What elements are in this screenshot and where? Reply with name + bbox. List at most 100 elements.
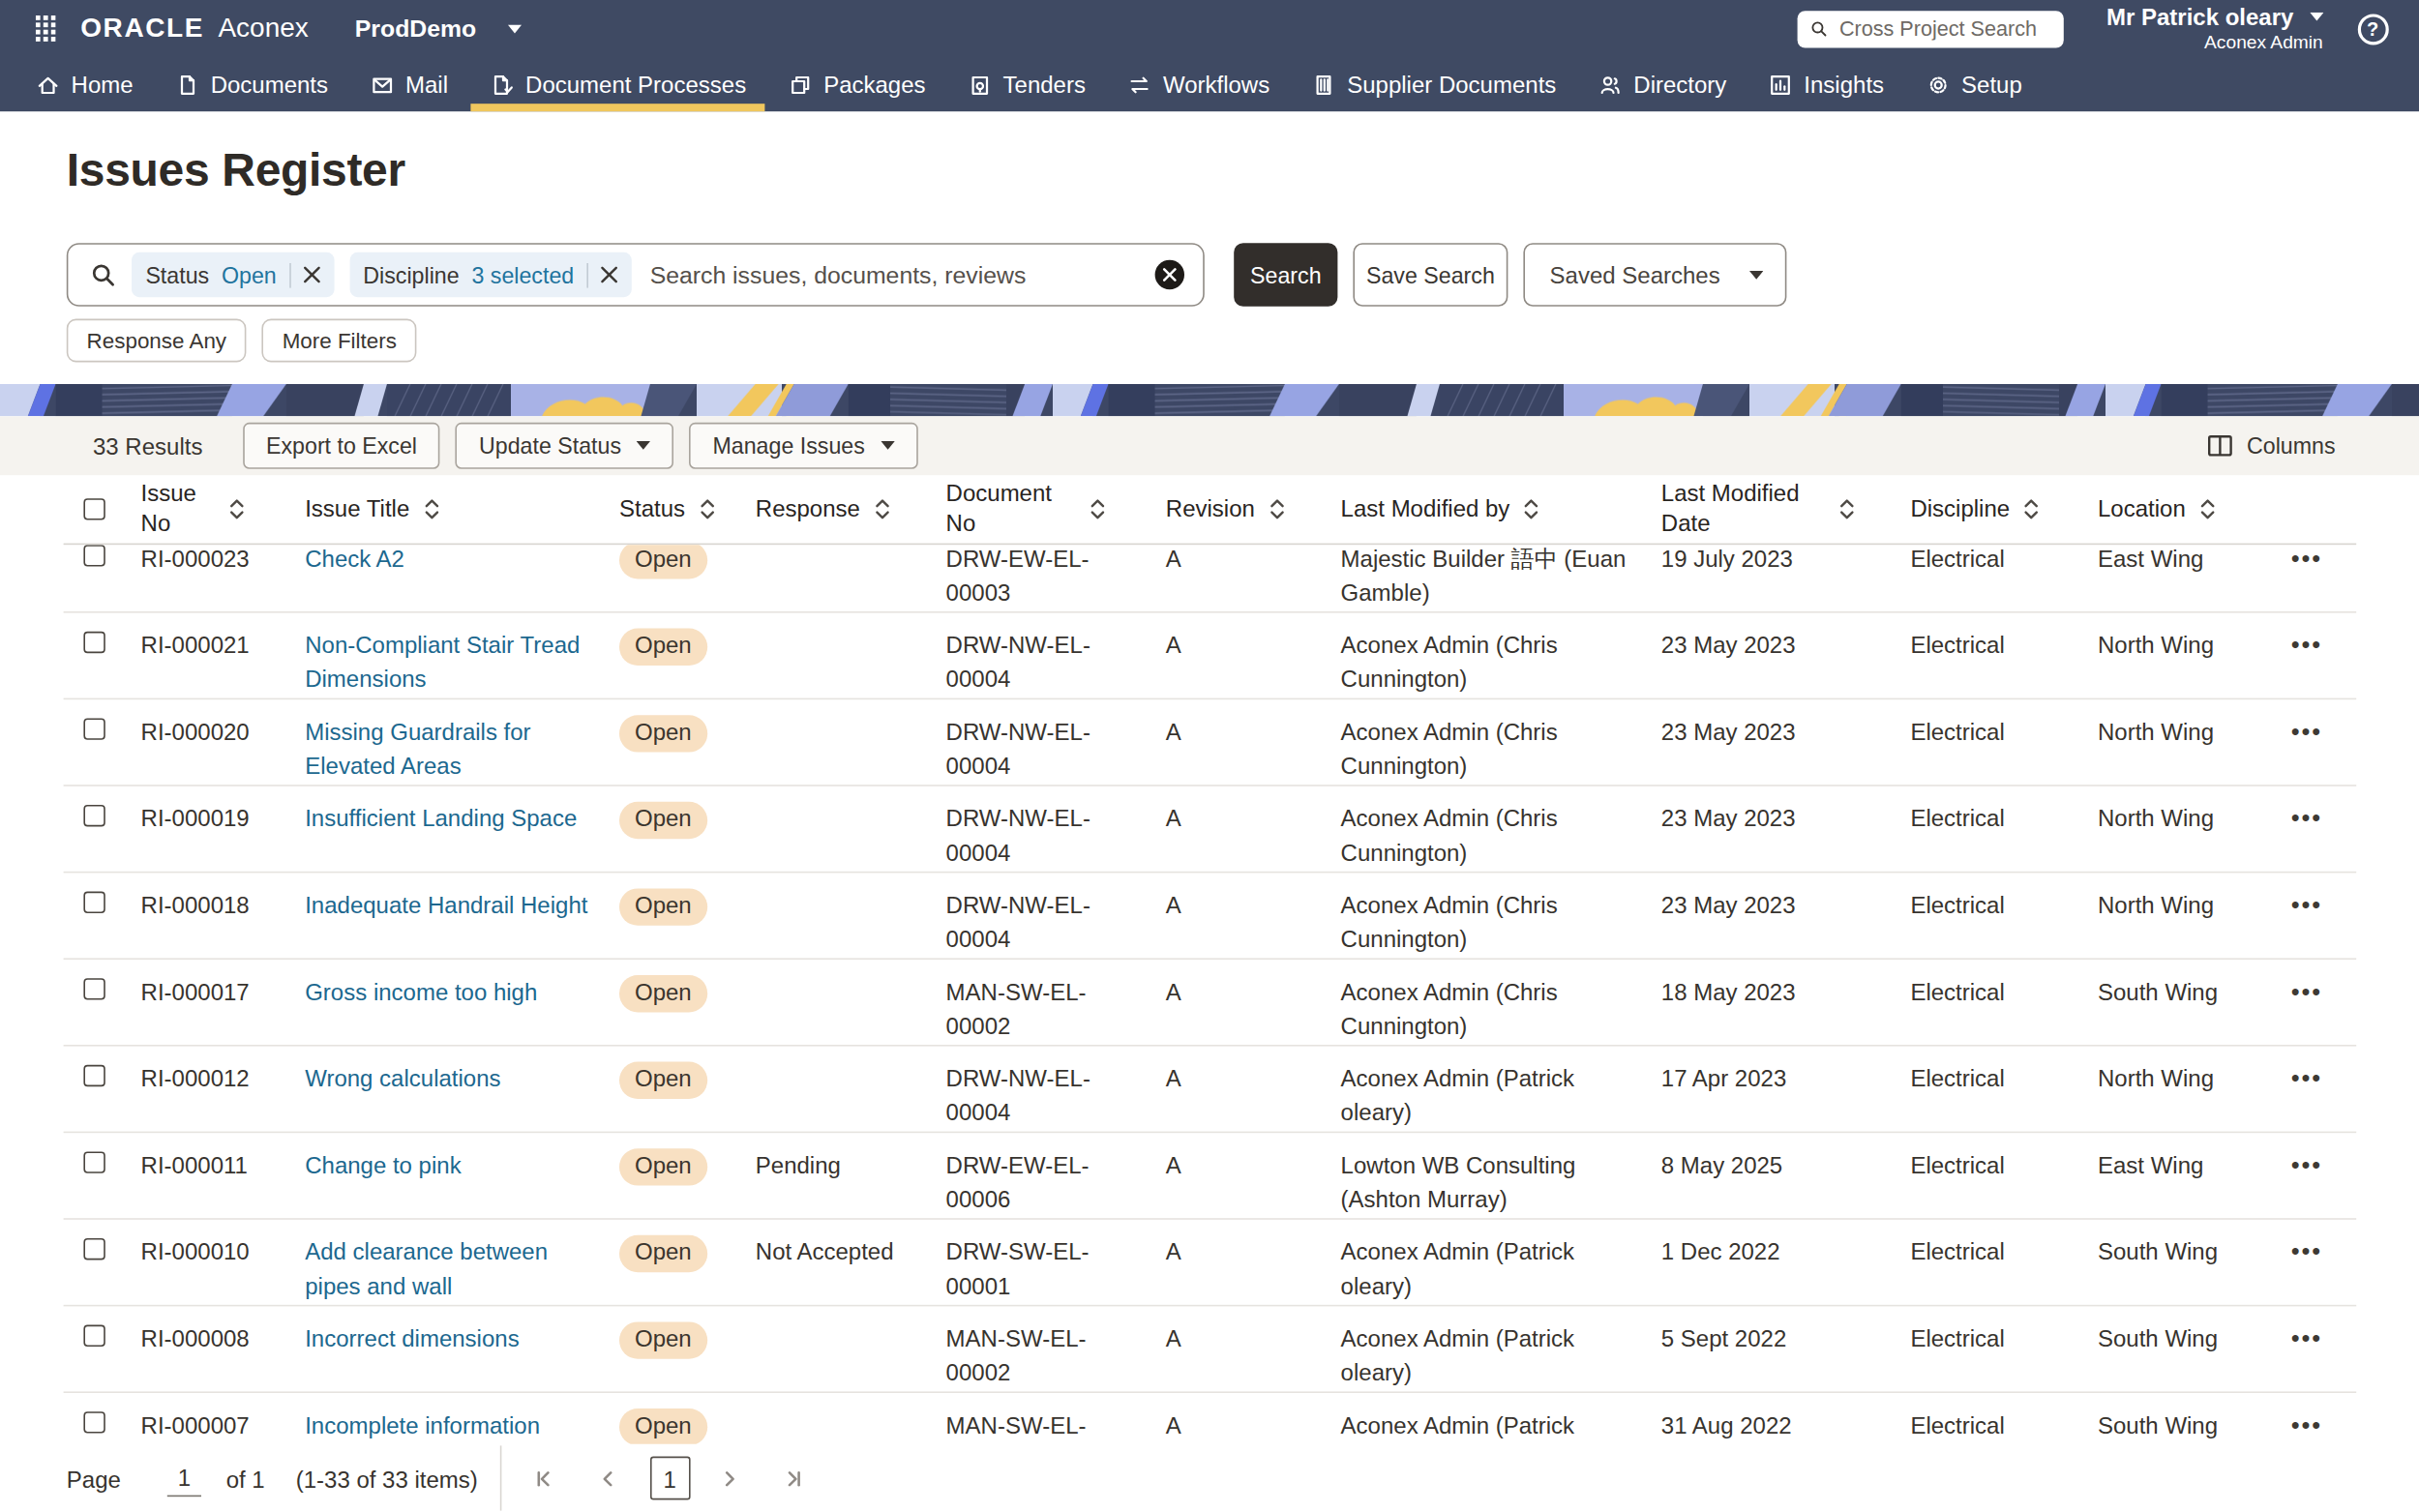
sort-icon[interactable] xyxy=(1090,496,1105,521)
current-page-box[interactable]: 1 xyxy=(649,1457,690,1500)
discipline-cell: Electrical xyxy=(1910,1220,2098,1305)
row-actions-button[interactable]: ••• xyxy=(2291,632,2322,658)
row-checkbox[interactable] xyxy=(83,544,105,566)
row-actions-button[interactable]: ••• xyxy=(2291,1411,2322,1438)
saved-searches-dropdown[interactable]: Saved Searches xyxy=(1523,243,1786,307)
last-page-icon[interactable] xyxy=(781,1467,804,1490)
columns-button[interactable]: Columns xyxy=(2208,433,2336,459)
sort-icon[interactable] xyxy=(229,496,245,521)
nav-tab-document-processes[interactable]: Document Processes xyxy=(490,57,746,111)
nav-tab-directory[interactable]: Directory xyxy=(1598,57,1727,111)
sort-icon[interactable] xyxy=(424,496,439,521)
search-box[interactable]: Status Open Discipline 3 selected xyxy=(67,243,1205,307)
status-badge: Open xyxy=(619,802,707,839)
remove-filter-icon[interactable] xyxy=(600,266,617,283)
status-cell: Open xyxy=(619,1133,756,1218)
actions-cell: ••• xyxy=(2291,786,2352,872)
search-button[interactable]: Search xyxy=(1234,243,1337,307)
issue-title-link[interactable]: Add clearance between pipes and wall xyxy=(305,1238,548,1298)
sort-icon[interactable] xyxy=(699,496,714,521)
more-filters-button[interactable]: More Filters xyxy=(262,319,417,363)
cross-project-search[interactable] xyxy=(1797,10,2063,46)
previous-page-icon[interactable] xyxy=(595,1467,618,1490)
issue-title-link[interactable]: Incorrect dimensions xyxy=(305,1325,519,1351)
export-to-excel-button[interactable]: Export to Excel xyxy=(243,423,440,469)
row-checkbox[interactable] xyxy=(83,1151,105,1173)
issue-title-cell: Wrong calculations xyxy=(305,1047,619,1132)
issue-title-link[interactable]: Wrong calculations xyxy=(305,1065,500,1091)
issue-title-link[interactable]: Insufficient Landing Space xyxy=(305,805,577,831)
issue-title-link[interactable]: Inadequate Handrail Height xyxy=(305,892,587,918)
row-actions-button[interactable]: ••• xyxy=(2291,978,2322,1004)
row-actions-button[interactable]: ••• xyxy=(2291,718,2322,744)
row-checkbox[interactable] xyxy=(83,804,105,826)
location-cell: North Wing xyxy=(2098,613,2291,698)
issue-title-link[interactable]: Change to pink xyxy=(305,1151,461,1177)
issue-title-link[interactable]: Non-Compliant Stair Tread Dimensions xyxy=(305,632,580,692)
update-status-dropdown[interactable]: Update Status xyxy=(456,423,673,469)
document-no-cell: DRW-EW-EL-00006 xyxy=(946,1133,1166,1218)
help-icon[interactable]: ? xyxy=(2357,14,2388,44)
nav-tab-setup[interactable]: Setup xyxy=(1926,57,2022,111)
nav-tab-documents[interactable]: Documents xyxy=(175,57,328,111)
cross-project-search-input[interactable] xyxy=(1837,15,2051,42)
row-checkbox[interactable] xyxy=(83,1324,105,1347)
row-actions-button[interactable]: ••• xyxy=(2291,1325,2322,1351)
issue-title-link[interactable]: Missing Guardrails for Elevated Areas xyxy=(305,718,530,778)
nav-tab-insights[interactable]: Insights xyxy=(1769,57,1885,111)
nav-tab-supplier-documents[interactable]: Supplier Documents xyxy=(1311,57,1556,111)
issue-title-cell: Missing Guardrails for Elevated Areas xyxy=(305,699,619,785)
project-selector[interactable]: ProdDemo xyxy=(355,15,522,43)
remove-filter-icon[interactable] xyxy=(303,266,320,283)
manage-issues-dropdown[interactable]: Manage Issues xyxy=(689,423,917,469)
issue-no-cell: RI-000007 xyxy=(141,1393,306,1444)
first-page-icon[interactable] xyxy=(532,1467,555,1490)
sort-icon[interactable] xyxy=(874,496,889,521)
search-input[interactable] xyxy=(646,259,1139,290)
last-modified-date-cell: 8 May 2025 xyxy=(1661,1133,1911,1218)
sort-icon[interactable] xyxy=(1839,496,1855,521)
row-actions-button[interactable]: ••• xyxy=(2291,1065,2322,1091)
nav-tab-home[interactable]: Home xyxy=(36,57,134,111)
row-actions-button[interactable]: ••• xyxy=(2291,1151,2322,1177)
row-actions-button[interactable]: ••• xyxy=(2291,805,2322,831)
row-checkbox[interactable] xyxy=(83,1064,105,1086)
next-page-icon[interactable] xyxy=(718,1467,741,1490)
row-checkbox[interactable] xyxy=(83,1237,105,1260)
clear-search-icon[interactable] xyxy=(1155,260,1184,289)
nav-tab-mail[interactable]: Mail xyxy=(370,57,448,111)
row-checkbox[interactable] xyxy=(83,631,105,653)
response-filter-button[interactable]: Response Any xyxy=(67,319,247,363)
row-actions-button[interactable]: ••• xyxy=(2291,1238,2322,1264)
nav-tab-tenders[interactable]: Tenders xyxy=(968,57,1086,111)
issue-title-link[interactable]: Check A2 xyxy=(305,545,404,571)
issue-title-link[interactable]: Incomplete information xyxy=(305,1411,540,1438)
select-all-checkbox[interactable] xyxy=(83,497,105,519)
chevron-down-icon xyxy=(2309,13,2322,22)
row-checkbox[interactable] xyxy=(83,977,105,999)
nav-tab-packages[interactable]: Packages xyxy=(788,57,925,111)
row-actions-button[interactable]: ••• xyxy=(2291,892,2322,918)
sort-icon[interactable] xyxy=(1269,496,1284,521)
filter-chip-status[interactable]: Status Open xyxy=(132,252,334,297)
sort-icon[interactable] xyxy=(2199,496,2215,521)
document-no-cell: MAN-SW-EL-00002 xyxy=(946,960,1166,1045)
row-checkbox[interactable] xyxy=(83,1410,105,1433)
last-modified-by-cell: Lowton WB Consulting (Ashton Murray) xyxy=(1341,1133,1661,1218)
save-search-button[interactable]: Save Search xyxy=(1353,243,1508,307)
sort-icon[interactable] xyxy=(1524,496,1539,521)
filter-chip-discipline[interactable]: Discipline 3 selected xyxy=(349,252,631,297)
app-grid-icon[interactable] xyxy=(36,15,56,42)
row-checkbox[interactable] xyxy=(83,718,105,740)
user-menu[interactable]: Mr Patrick oleary Aconex Admin xyxy=(2106,4,2323,53)
nav-tab-workflows[interactable]: Workflows xyxy=(1127,57,1269,111)
home-icon xyxy=(36,72,61,97)
row-checkbox[interactable] xyxy=(83,891,105,913)
status-badge: Open xyxy=(619,1408,707,1444)
issue-no-cell: RI-000011 xyxy=(141,1133,306,1218)
row-actions-button[interactable]: ••• xyxy=(2291,545,2322,571)
status-cell: Open xyxy=(619,1306,756,1391)
page-number-input[interactable] xyxy=(167,1461,201,1497)
issue-title-link[interactable]: Gross income too high xyxy=(305,978,537,1004)
sort-icon[interactable] xyxy=(2024,496,2040,521)
